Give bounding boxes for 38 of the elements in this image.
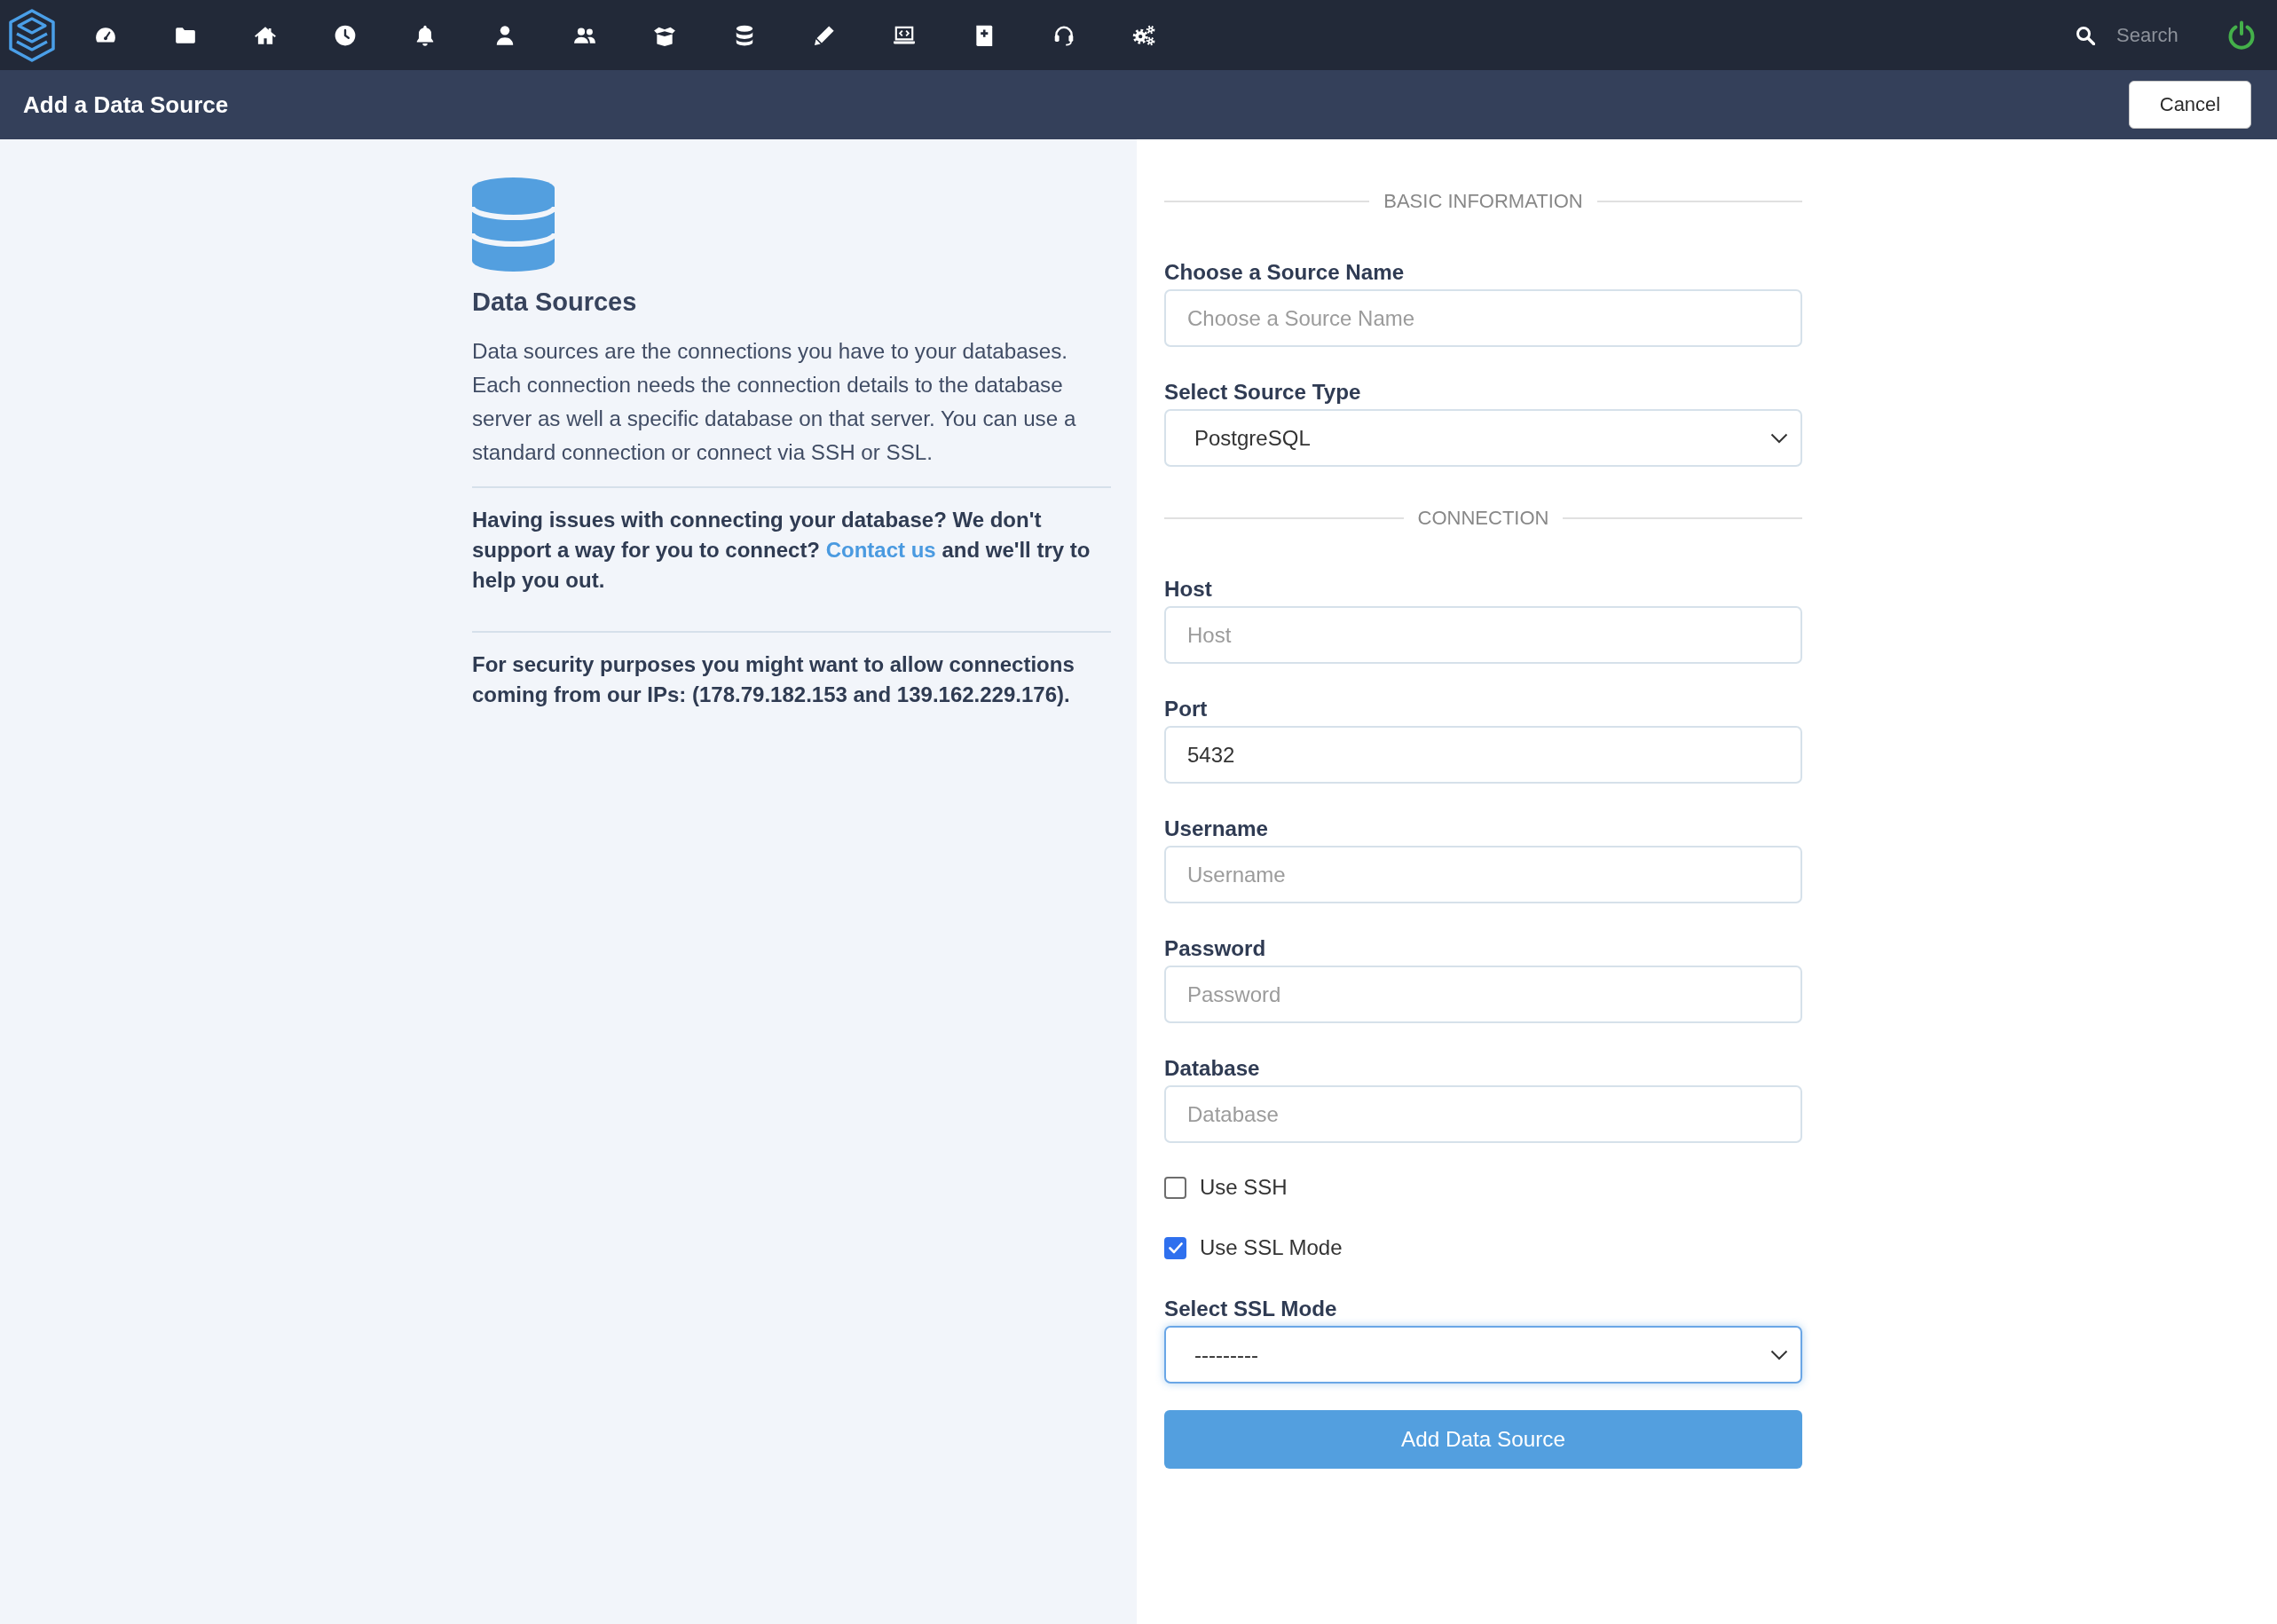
- field-label: Choose a Source Name: [1164, 259, 1406, 286]
- text-field[interactable]: Database: [1164, 1085, 1802, 1143]
- gears-icon[interactable]: [1132, 23, 1155, 47]
- section-heading: CONNECTION: [1416, 507, 1550, 530]
- info-title: Data Sources: [472, 287, 638, 318]
- checkbox[interactable]: [1164, 1236, 1186, 1259]
- text-field[interactable]: Choose a Source Name: [1164, 289, 1802, 347]
- text-field[interactable]: Username: [1164, 846, 1802, 903]
- help-text: Having issues with connecting your database? We don't support a way for you to connect? Contact us and we'll try to help you out.: [472, 507, 1091, 594]
- text-field[interactable]: Password: [1164, 966, 1802, 1023]
- checkbox-label[interactable]: Use SSH: [1200, 1175, 1288, 1200]
- search-icon[interactable]: [2076, 25, 2095, 45]
- field-label: Port: [1164, 696, 1209, 722]
- field-label: Host: [1164, 576, 1213, 603]
- page-title: Add a Data Source: [23, 91, 229, 119]
- clock-icon[interactable]: [334, 23, 357, 47]
- section-heading: BASIC INFORMATION: [1383, 190, 1584, 213]
- checkbox-label[interactable]: Use SSL Mode: [1200, 1235, 1343, 1260]
- checkmark-icon: [1168, 1242, 1183, 1254]
- field-label: Password: [1164, 935, 1267, 962]
- text-field[interactable]: 5432: [1164, 726, 1802, 784]
- logo-icon[interactable]: [9, 8, 55, 62]
- search-field[interactable]: Search: [2116, 23, 2187, 47]
- chevron-down-icon: [1770, 432, 1788, 444]
- field-label: Select Source Type: [1164, 379, 1362, 406]
- checkbox[interactable]: [1164, 1176, 1186, 1199]
- power-icon[interactable]: [2226, 20, 2257, 51]
- field-label: Username: [1164, 816, 1269, 842]
- description-text: Data sources are the connections you have to your databases. Each connection needs the connection details to the database server as well a specific database on that server. You can use a standard connection or connect via SSH or SSL.: [472, 338, 1077, 466]
- text-field[interactable]: Host: [1164, 606, 1802, 664]
- select-field[interactable]: ---------: [1164, 1326, 1802, 1384]
- security-note: For security purposes you might want to allow connections coming from our IPs: (178.79.182.153 and 139.162.229.176).: [472, 651, 1075, 708]
- field-label: Select SSL Mode: [1164, 1296, 1338, 1322]
- cancel-button[interactable]: Cancel: [2129, 81, 2251, 129]
- field-label: Database: [1164, 1055, 1261, 1082]
- chevron-down-icon: [1770, 1349, 1788, 1360]
- database-icon: [472, 177, 555, 272]
- select-field[interactable]: PostgreSQL: [1164, 409, 1802, 467]
